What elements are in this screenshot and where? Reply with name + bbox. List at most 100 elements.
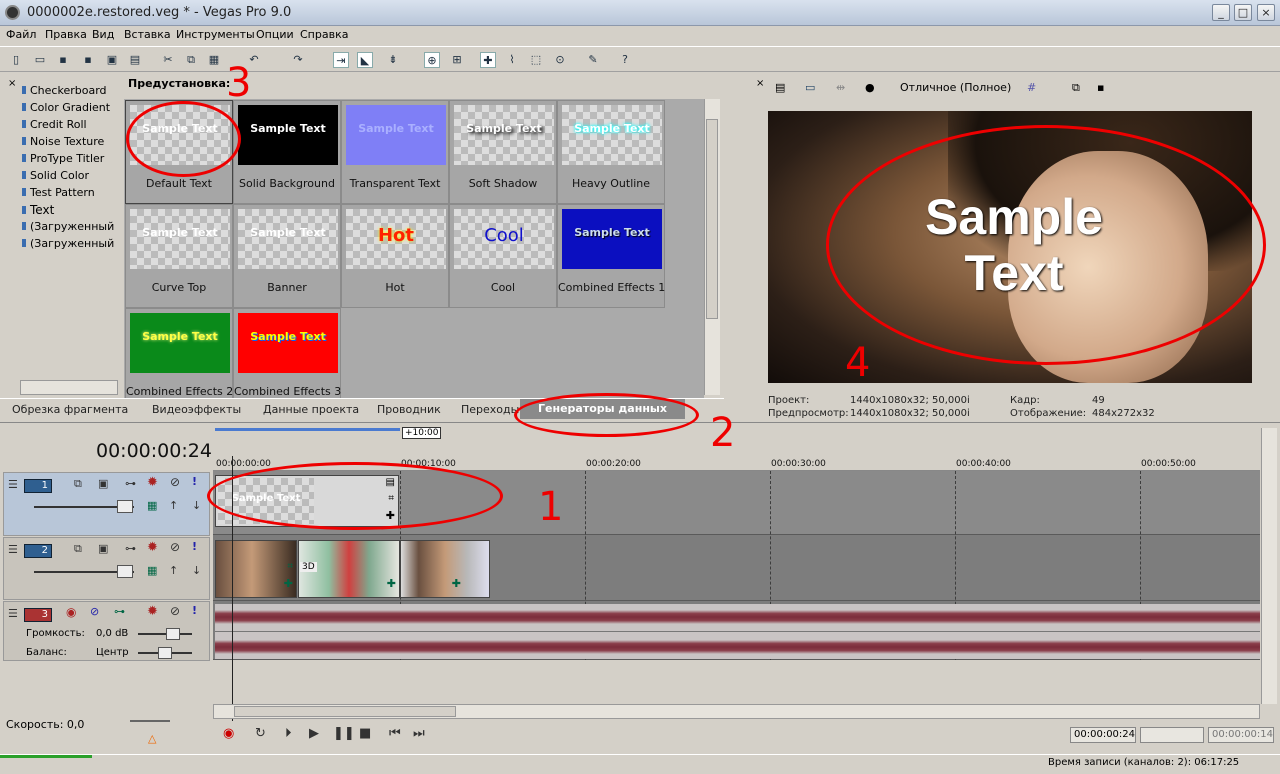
preview-quality-select[interactable]: Отличное (Полное) [900, 81, 1011, 94]
track-fx-icon[interactable]: ✹ [147, 475, 158, 490]
preset-hot[interactable]: Hot Hot [341, 204, 449, 308]
whats-this-icon[interactable]: ? [617, 52, 633, 68]
track-fx-icon[interactable]: ✹ [147, 540, 158, 555]
menu-tools[interactable]: Инструменты [176, 28, 255, 41]
selection-end-field[interactable] [1140, 727, 1204, 743]
generator-item[interactable]: (Загруженный пл [22, 237, 118, 250]
track-motion-icon[interactable]: ▣ [98, 477, 108, 490]
preset-heavy-outline[interactable]: Sample Text Heavy Outline [557, 100, 665, 204]
auto-crossfade-icon[interactable]: ◣ [357, 52, 373, 68]
volume-slider-thumb[interactable] [166, 628, 180, 640]
preset-grid-scrollbar[interactable] [704, 99, 720, 395]
render-icon[interactable]: ▣ [104, 52, 120, 68]
generator-item-selected[interactable]: Text [22, 203, 54, 217]
paste-icon[interactable]: ▦ [206, 52, 222, 68]
go-to-start-icon[interactable]: ⏮ [389, 726, 401, 741]
new-icon[interactable]: ▯ [8, 52, 24, 68]
zoom-tool-icon[interactable]: ⊙ [552, 52, 568, 68]
tab-trimmer[interactable]: Обрезка фрагмента [12, 403, 128, 416]
ignore-grouping-icon[interactable]: ⊕ [424, 52, 440, 68]
event-crop-icon[interactable]: ⌗ [287, 561, 293, 572]
maximize-button[interactable]: □ [1234, 4, 1252, 21]
redo-icon[interactable]: ↷ [290, 52, 306, 68]
solo-icon[interactable]: ! [192, 540, 197, 553]
level-slider-thumb[interactable] [117, 565, 133, 578]
preset-banner[interactable]: Sample Text Banner [233, 204, 341, 308]
preset-soft-shadow[interactable]: Sample Text Soft Shadow [449, 100, 557, 204]
event-pan-icon[interactable]: ✚ [284, 577, 293, 590]
menu-view[interactable]: Вид [92, 28, 114, 41]
bypass-fx-icon[interactable]: ▦ [147, 564, 157, 577]
play-from-start-icon[interactable]: ⏵ [285, 726, 292, 741]
pan-slider-thumb[interactable] [158, 647, 172, 659]
generator-item[interactable]: Test Pattern [22, 186, 95, 199]
preset-transparent-text[interactable]: Sample Text Transparent Text [341, 100, 449, 204]
up-icon[interactable]: ↑ [169, 564, 178, 577]
ripple-edit-icon[interactable]: ⊞ [449, 52, 465, 68]
close-button[interactable]: × [1257, 4, 1275, 21]
record-icon[interactable]: ◉ [223, 726, 234, 741]
mute-icon[interactable]: ⊘ [170, 604, 180, 618]
normal-edit-tool-icon[interactable]: ✚ [480, 52, 496, 68]
preview-properties-icon[interactable]: ▤ [775, 81, 785, 94]
track-minimize-icon[interactable]: ☰ [8, 543, 18, 556]
cut-icon[interactable]: ✂ [160, 52, 176, 68]
mute-icon[interactable]: ⊘ [170, 475, 180, 489]
preset-curve-top[interactable]: Sample Text Curve Top [125, 204, 233, 308]
generator-item[interactable]: ProType Titler [22, 152, 104, 165]
generator-item[interactable]: Color Gradient [22, 101, 110, 114]
cursor-position-field[interactable]: 00:00:00:24 [1070, 727, 1136, 743]
save-snapshot-icon[interactable]: ▪ [1097, 81, 1104, 94]
solo-icon[interactable]: ! [192, 604, 197, 617]
event-pan-icon[interactable]: ✚ [452, 577, 461, 590]
event-pan-icon[interactable]: ✚ [387, 577, 396, 590]
track-motion-icon[interactable]: ▣ [98, 542, 108, 555]
track-minimize-icon[interactable]: ☰ [8, 478, 18, 491]
preset-combined-effects-1[interactable]: Sample Text Combined Effects 1 [557, 204, 665, 308]
track-fx-icon[interactable]: ✹ [147, 604, 158, 619]
track-minimize-icon[interactable]: ☰ [8, 607, 18, 620]
compositing-icon[interactable]: ⊶ [125, 542, 136, 555]
tab-video-fx[interactable]: Видеоэффекты [152, 403, 241, 416]
solo-icon[interactable]: ! [192, 475, 197, 488]
speed-slider[interactable] [130, 720, 170, 730]
stop-icon[interactable]: ■ [359, 726, 371, 741]
preset-solid-background[interactable]: Sample Text Solid Background [233, 100, 341, 204]
split-screen-icon[interactable]: ⇹ [836, 81, 845, 94]
video-event-clip[interactable]: 3D ✚ [298, 540, 400, 598]
menu-edit[interactable]: Правка [45, 28, 87, 41]
invert-phase-icon[interactable]: ⊘ [90, 605, 99, 618]
brush-icon[interactable]: ✎ [585, 52, 601, 68]
close-preview-icon[interactable]: × [756, 78, 764, 89]
open-icon[interactable]: ▭ [32, 52, 48, 68]
generator-item[interactable]: Solid Color [22, 169, 89, 182]
menu-help[interactable]: Справка [300, 28, 348, 41]
preset-cool[interactable]: Cool Cool [449, 204, 557, 308]
up-icon[interactable]: ↑ [169, 499, 178, 512]
play-icon[interactable]: ▶ [309, 726, 319, 741]
scroll-thumb[interactable] [706, 119, 718, 319]
loop-region-bar[interactable] [215, 428, 400, 431]
tab-transitions[interactable]: Переходы [461, 403, 519, 416]
timeline-vscrollbar[interactable] [1261, 428, 1277, 704]
track-header-1[interactable]: ☰ 1 ⧉ ▣ ⊶ ✹ ⊘ ! ▦ ↑ ↓ [3, 472, 210, 536]
generator-item[interactable]: (Загруженный пл [22, 220, 118, 233]
copy-icon[interactable]: ⧉ [183, 52, 199, 68]
menu-options[interactable]: Опции [256, 28, 294, 41]
track-header-2[interactable]: ☰ 2 ⧉ ▣ ⊶ ✹ ⊘ ! ▦ ↑ ↓ [3, 537, 210, 600]
close-pane-icon[interactable]: × [8, 78, 16, 89]
overlays-icon[interactable]: ● [865, 81, 875, 94]
menu-insert[interactable]: Вставка [124, 28, 171, 41]
level-slider-thumb[interactable] [117, 500, 133, 513]
snapping-icon[interactable]: ⇥ [333, 52, 349, 68]
preset-combined-effects-3[interactable]: Sample Text Combined Effects 3 [233, 308, 341, 412]
compositing-icon[interactable]: ⊶ [125, 477, 136, 490]
selection-tool-icon[interactable]: ⬚ [528, 52, 544, 68]
mute-icon[interactable]: ⊘ [170, 540, 180, 554]
selection-length-field[interactable]: 00:00:00:14 [1208, 727, 1274, 743]
composite-mode-icon[interactable]: ⧉ [74, 477, 82, 491]
save-icon[interactable]: ▪ [55, 52, 71, 68]
hscroll-thumb[interactable] [234, 706, 456, 717]
video-event-clip[interactable]: ⌗ ✚ [215, 540, 297, 598]
tab-explorer[interactable]: Проводник [377, 403, 441, 416]
